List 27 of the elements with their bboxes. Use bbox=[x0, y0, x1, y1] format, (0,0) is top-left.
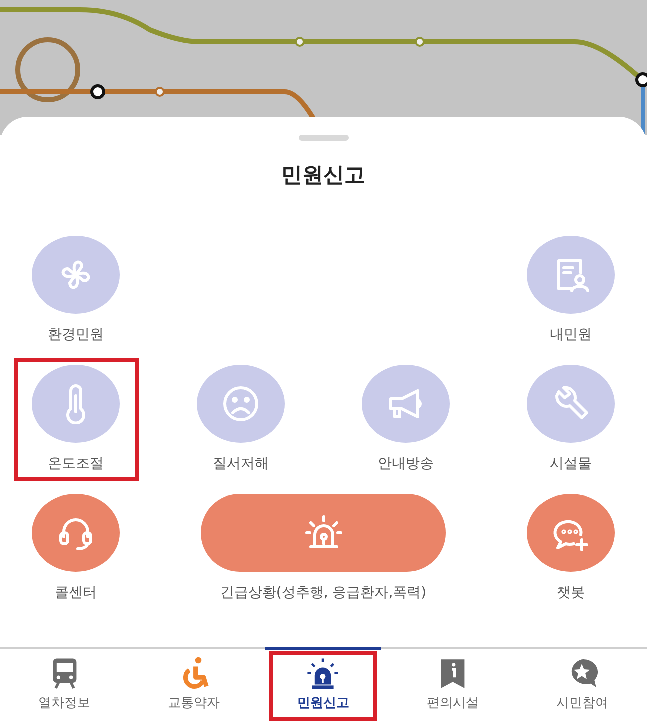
item-label: 시설물 bbox=[550, 455, 592, 473]
item-label: 챗봇 bbox=[557, 584, 585, 602]
menu-item[interactable]: 콜센터 bbox=[14, 487, 138, 610]
item-label: 환경민원 bbox=[48, 326, 104, 344]
menu-item[interactable]: 환경민원 bbox=[14, 229, 138, 352]
item-label: 온도조절 bbox=[48, 455, 104, 473]
item-label: 콜센터 bbox=[55, 584, 97, 602]
menu-item[interactable]: 온도조절 bbox=[14, 358, 138, 481]
item-label: 안내방송 bbox=[378, 455, 434, 473]
nav-tab[interactable]: 시민참여 bbox=[524, 647, 640, 725]
menu-item[interactable]: 내민원 bbox=[508, 229, 634, 352]
nav-tab[interactable]: 열차정보 bbox=[6, 647, 123, 725]
siren-icon bbox=[305, 656, 342, 692]
item-label: 긴급상황(성추행, 응급환자,폭력) bbox=[220, 584, 427, 602]
item-label: 질서저해 bbox=[213, 455, 269, 473]
sad-face-icon bbox=[221, 384, 261, 424]
item-label: 내민원 bbox=[550, 326, 592, 344]
nav-tab[interactable]: 편의시설 bbox=[394, 647, 511, 725]
drag-handle[interactable] bbox=[298, 135, 348, 141]
nav-tab[interactable]: 민원신고 bbox=[265, 647, 382, 725]
menu-item[interactable]: 시설물 bbox=[508, 358, 634, 481]
nav-tab[interactable]: 교통약자 bbox=[136, 647, 252, 725]
sheet-title: 민원신고 bbox=[282, 162, 366, 189]
menu-item[interactable]: 챗봇 bbox=[508, 487, 634, 610]
menu-item[interactable]: 질서저해 bbox=[178, 358, 304, 481]
menu-item[interactable]: 안내방송 bbox=[344, 358, 468, 481]
menu-item[interactable]: 긴급상황(성추행, 응급환자,폭력) bbox=[198, 487, 448, 610]
